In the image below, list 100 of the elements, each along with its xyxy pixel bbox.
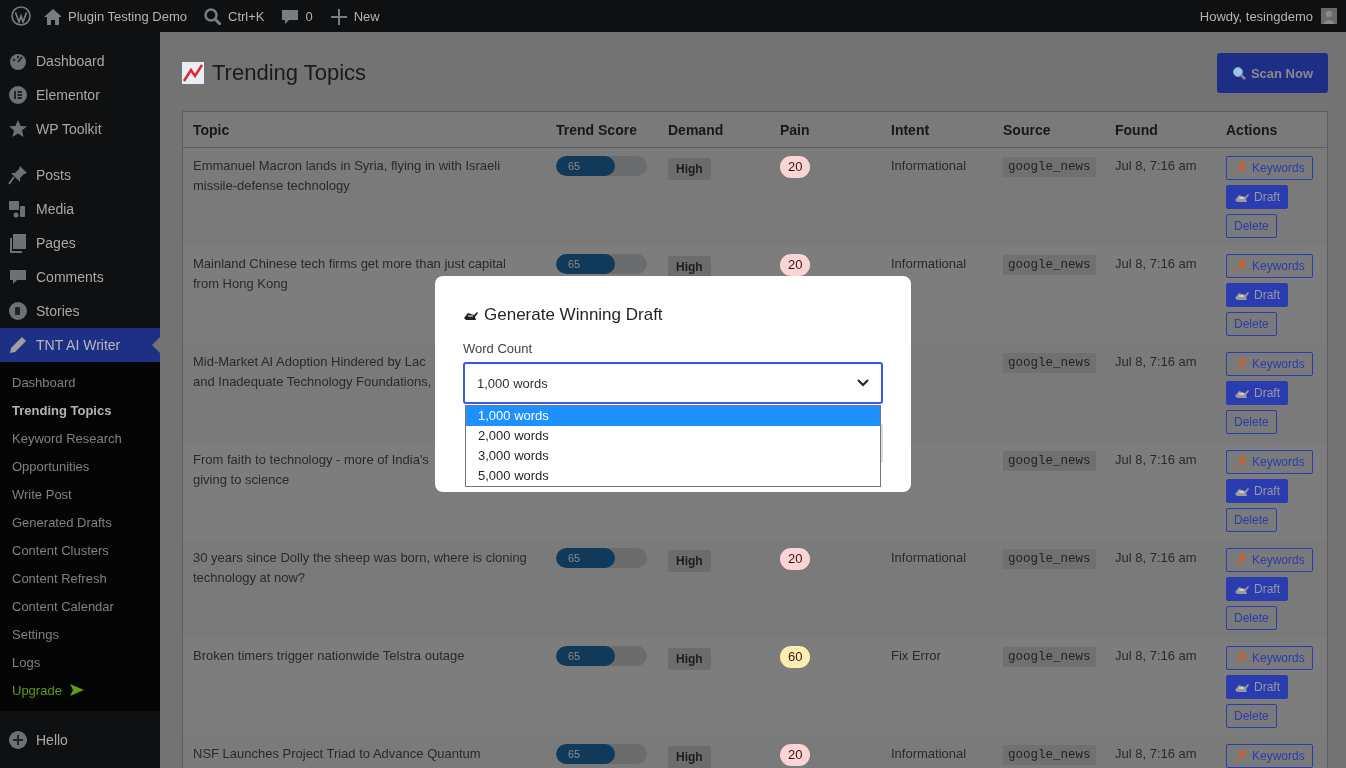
submenu-item[interactable]: Generated Drafts [0, 508, 160, 536]
dropdown-option[interactable]: 2,000 words [466, 426, 880, 446]
topic-title: Mainland Chinese tech firms get more than just capital from Hong Kong [193, 255, 506, 293]
found-date: Jul 8, 7:16 am [1115, 648, 1197, 663]
plus-circle-icon [8, 730, 28, 750]
source-tag: google_news [1003, 549, 1096, 569]
demand-badge: High [668, 648, 711, 670]
pain-badge: 20 [780, 548, 811, 570]
menu-item[interactable]: Media [0, 192, 160, 226]
demand-badge: High [668, 256, 711, 278]
column-header: Pain [779, 120, 811, 140]
wrench-icon [1234, 651, 1248, 665]
submenu-item[interactable]: Logs [0, 648, 160, 676]
draft-button[interactable]: Draft [1226, 577, 1288, 601]
source-tag: google_news [1003, 451, 1096, 471]
dropdown-option[interactable]: 5,000 words [466, 466, 880, 486]
submenu-item[interactable]: Trending Topics [0, 396, 160, 424]
menu-item[interactable]: Dashboard [0, 44, 160, 78]
source-tag: google_news [1003, 157, 1096, 177]
search-icon [203, 7, 221, 25]
demand-badge: High [668, 746, 711, 768]
score-bar-fill: 65 [556, 646, 616, 666]
score-bar-fill: 65 [556, 744, 616, 764]
menu-item[interactable]: WP Toolkit [0, 112, 160, 146]
submenu-item[interactable]: Content Clusters [0, 536, 160, 564]
dropdown-option[interactable]: 1,000 words [466, 406, 880, 426]
menu-item[interactable]: Pages [0, 226, 160, 260]
word-count-select[interactable]: 1,000 words [463, 362, 883, 404]
column-header: Found [1114, 120, 1159, 140]
gauge-icon [8, 51, 28, 71]
intent-text: Fix Error [891, 648, 941, 663]
found-date: Jul 8, 7:16 am [1115, 256, 1197, 271]
column-header: Demand [667, 120, 725, 140]
comment-icon [280, 7, 299, 25]
menu-item[interactable]: Stories [0, 294, 160, 328]
star-icon [8, 119, 28, 139]
submenu-item[interactable]: Dashboard [0, 368, 160, 396]
column-header: Intent [890, 120, 931, 140]
comments-link[interactable]: 0 [272, 0, 321, 32]
scan-now-button[interactable]: Scan Now [1217, 53, 1328, 93]
circle-icon [8, 301, 28, 321]
found-date: Jul 8, 7:16 am [1115, 452, 1197, 467]
topic-title: Broken timers trigger nationwide Telstra outage [193, 647, 465, 665]
intent-text: Informational [891, 256, 967, 271]
home-icon [43, 7, 61, 25]
submenu-item[interactable]: Content Refresh [0, 564, 160, 592]
arrow-icon [69, 684, 84, 696]
demand-badge: High [668, 550, 711, 572]
menu-item[interactable]: Comments [0, 260, 160, 294]
upgrade-link[interactable]: Upgrade [0, 676, 160, 704]
source-tag: google_news [1003, 745, 1096, 765]
topic-title: Mid-Market AI Adoption Hindered by Lac and Inadequate Technology Foundations, [193, 353, 432, 391]
source-tag: google_news [1003, 647, 1096, 667]
menu-item[interactable]: Elementor [0, 78, 160, 112]
draft-button[interactable]: Draft [1226, 479, 1288, 503]
topic-title: From faith to technology - more of India's giving to science [193, 451, 429, 489]
demand-badge: High [668, 158, 711, 180]
plus-icon [328, 7, 347, 25]
draft-button[interactable]: Draft [1226, 675, 1288, 699]
account-menu[interactable]: Howdy, tesingdemo [1191, 0, 1339, 32]
search-button[interactable]: Ctrl+K [195, 0, 273, 32]
score-bar-fill: 65 [556, 254, 616, 274]
avatar-icon [1321, 8, 1337, 24]
media-icon [8, 199, 28, 219]
menu-item[interactable]: Hello [0, 723, 160, 757]
pain-badge: 20 [780, 744, 811, 766]
magnifier-icon [1231, 66, 1246, 80]
column-header: Source [1002, 120, 1052, 140]
submenu-item[interactable]: Content Calendar [0, 592, 160, 620]
submenu-item[interactable]: Keyword Research [0, 424, 160, 452]
draft-button[interactable]: Draft [1226, 381, 1288, 405]
topic-title: 30 years since Dolly the sheep was born, where is cloning technology at now? [193, 549, 527, 587]
site-name-link[interactable]: Plugin Testing Demo [35, 0, 195, 32]
draft-button[interactable]: Draft [1226, 185, 1288, 209]
dropdown-option[interactable]: 3,000 words [466, 446, 880, 466]
modal-title: Generate Winning Draft [463, 304, 883, 326]
intent-text: Informational [891, 550, 967, 565]
pencil-icon [8, 335, 28, 355]
page-title: Trending Topics [182, 60, 367, 86]
score-bar-fill: 65 [556, 548, 616, 568]
topic-title: NSF Launches Project Triad to Advance Quantum [193, 745, 481, 763]
source-tag: google_news [1003, 353, 1096, 373]
wrench-icon [1234, 749, 1248, 763]
found-date: Jul 8, 7:16 am [1115, 550, 1197, 565]
wrench-icon [1234, 455, 1248, 469]
submenu-item[interactable]: Write Post [0, 480, 160, 508]
intent-text: Informational [891, 746, 967, 761]
new-content-link[interactable]: New [320, 0, 388, 32]
chevron-down-icon [857, 379, 869, 387]
field-label: Word Count [463, 340, 534, 358]
submenu-item[interactable]: Opportunities [0, 452, 160, 480]
source-tag: google_news [1003, 255, 1096, 275]
wrench-icon [1234, 357, 1248, 371]
wrench-icon [1234, 553, 1248, 567]
menu-item[interactable]: Posts [0, 158, 160, 192]
submenu-item[interactable]: Settings [0, 620, 160, 648]
menu-item[interactable]: TNT AI Writer [0, 328, 160, 362]
draft-button[interactable]: Draft [1226, 283, 1288, 307]
comment-icon [8, 267, 28, 287]
found-date: Jul 8, 7:16 am [1115, 746, 1197, 761]
